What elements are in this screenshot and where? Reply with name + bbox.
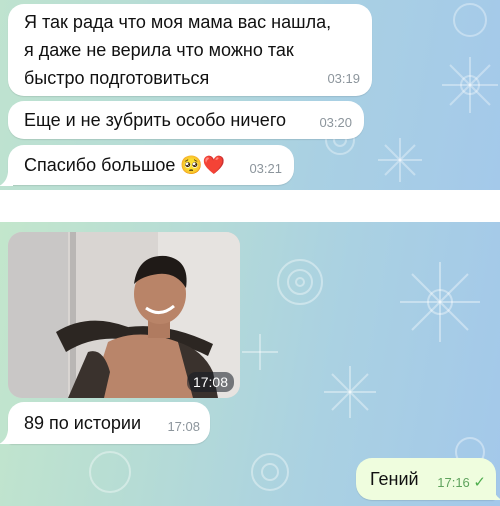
message-line: я даже не верила что можно так [24, 40, 294, 60]
message-time: 03:20 [319, 115, 352, 130]
gif-message[interactable]: 17:08 [8, 232, 240, 398]
message-time-text: 17:16 [437, 475, 470, 490]
message-time: 03:19 [327, 71, 360, 86]
message-bubble[interactable]: 89 по истории 17:08 [8, 402, 210, 444]
message-bubble[interactable]: Еще и не зубрить особо ничего 03:20 [8, 101, 364, 139]
message-time: 17:08 [167, 419, 200, 434]
message-bubble[interactable]: Я так рада что моя мама вас нашла, я даж… [8, 4, 372, 96]
message-text: Спасибо большое 🥺❤️ [24, 154, 225, 176]
message-time: 03:21 [249, 161, 282, 176]
message-time: 17:16 ✓ [437, 472, 486, 494]
outgoing-message-bubble[interactable]: Гений 17:16 ✓ [356, 458, 496, 500]
message-text: Еще и не зубрить особо ничего [24, 110, 286, 130]
chat-panel-bottom: 17:08 89 по истории 17:08 Гений 17:16 ✓ [0, 222, 500, 506]
message-line: быстро подготовиться [24, 68, 210, 88]
gif-duration-badge: 17:08 [186, 372, 234, 392]
bubble-tail [488, 486, 500, 500]
chat-panel-top: Я так рада что моя мама вас нашла, я даж… [0, 0, 500, 190]
message-text-body: Спасибо большое [24, 155, 176, 175]
message-text: Гений [370, 469, 419, 489]
emoji: 🥺❤️ [180, 155, 226, 175]
message-text: 89 по истории [24, 413, 142, 433]
bubble-tail [0, 172, 13, 186]
message-line: Я так рада что моя мама вас нашла, [24, 12, 332, 32]
message-bubble[interactable]: Спасибо большое 🥺❤️ 03:21 [8, 145, 294, 185]
bubble-tail [0, 430, 13, 444]
check-icon: ✓ [473, 474, 486, 491]
